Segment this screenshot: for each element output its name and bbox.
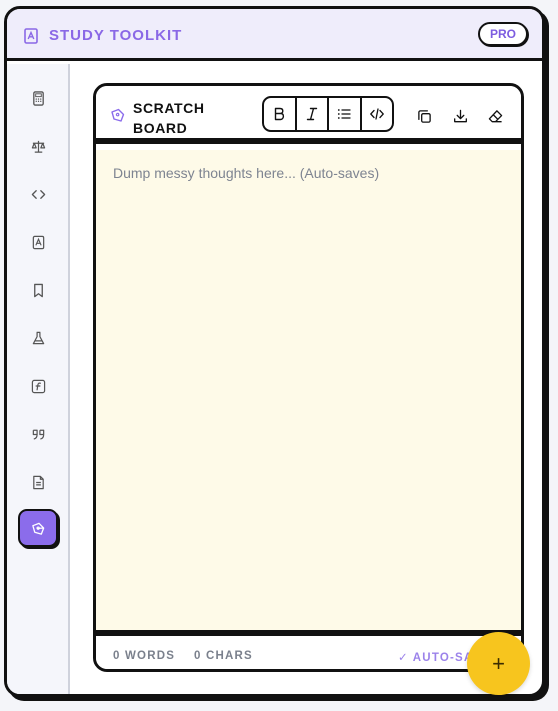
pro-badge[interactable]: PRO bbox=[478, 22, 528, 46]
sidebar-item-flask[interactable] bbox=[18, 319, 58, 357]
book-icon bbox=[32, 235, 44, 249]
scratch-board-card: SCRATCH BOARD Dump messy thoughts here..… bbox=[93, 83, 524, 672]
sidebar-item-scratch-board[interactable] bbox=[18, 509, 58, 547]
code-button[interactable] bbox=[362, 98, 393, 130]
sidebar-item-document[interactable] bbox=[18, 463, 58, 501]
download-icon bbox=[453, 109, 467, 122]
scales-icon bbox=[31, 140, 45, 153]
sidebar-item-code[interactable] bbox=[18, 175, 58, 213]
scratch-board-title: SCRATCH BOARD bbox=[133, 98, 233, 138]
sidebar-item-scales[interactable] bbox=[18, 127, 58, 165]
code-icon bbox=[369, 108, 384, 120]
copy-button[interactable] bbox=[414, 106, 434, 126]
sidebar-item-quote[interactable] bbox=[18, 415, 58, 453]
app-header: STUDY TOOLKIT PRO bbox=[7, 9, 542, 61]
copy-icon bbox=[417, 109, 431, 123]
pen-tool-icon bbox=[31, 522, 44, 535]
calculator-icon bbox=[32, 90, 44, 106]
list-button[interactable] bbox=[329, 98, 362, 130]
sidebar bbox=[7, 64, 70, 694]
document-icon bbox=[32, 475, 44, 489]
pen-tool-icon bbox=[111, 108, 125, 122]
list-icon bbox=[338, 109, 351, 119]
italic-button[interactable] bbox=[297, 98, 329, 130]
title-line-1: SCRATCH bbox=[133, 100, 205, 116]
bold-button[interactable] bbox=[264, 98, 297, 130]
book-icon bbox=[24, 28, 38, 44]
clear-button[interactable] bbox=[485, 106, 505, 126]
eraser-icon bbox=[488, 109, 502, 122]
italic-icon bbox=[306, 107, 317, 121]
code-icon bbox=[31, 189, 45, 199]
scratch-textarea[interactable] bbox=[96, 150, 521, 630]
plus-icon: + bbox=[492, 650, 505, 676]
format-toolbar bbox=[262, 96, 394, 132]
bold-icon bbox=[275, 107, 285, 121]
scratch-board-footer: 0 WORDS 0 CHARS ✓ AUTO-SAVED bbox=[96, 630, 521, 669]
char-count: 0 CHARS bbox=[194, 650, 253, 662]
sidebar-item-bookmark[interactable] bbox=[18, 271, 58, 309]
sidebar-item-book[interactable] bbox=[18, 223, 58, 261]
word-count: 0 WORDS bbox=[113, 650, 176, 662]
title-line-2: BOARD bbox=[133, 120, 188, 136]
function-icon bbox=[31, 379, 45, 393]
add-button[interactable]: + bbox=[467, 632, 530, 695]
download-button[interactable] bbox=[450, 106, 470, 126]
flask-icon bbox=[32, 331, 44, 344]
quote-icon bbox=[32, 429, 44, 440]
app-title: STUDY TOOLKIT bbox=[49, 27, 183, 44]
sidebar-item-calculator[interactable] bbox=[18, 79, 58, 117]
bookmark-icon bbox=[33, 283, 43, 297]
sidebar-item-function[interactable] bbox=[18, 367, 58, 405]
scratch-board-header: SCRATCH BOARD bbox=[96, 86, 521, 144]
app-window: STUDY TOOLKIT PRO SCRATCH BOARD Dump mes… bbox=[4, 6, 545, 697]
